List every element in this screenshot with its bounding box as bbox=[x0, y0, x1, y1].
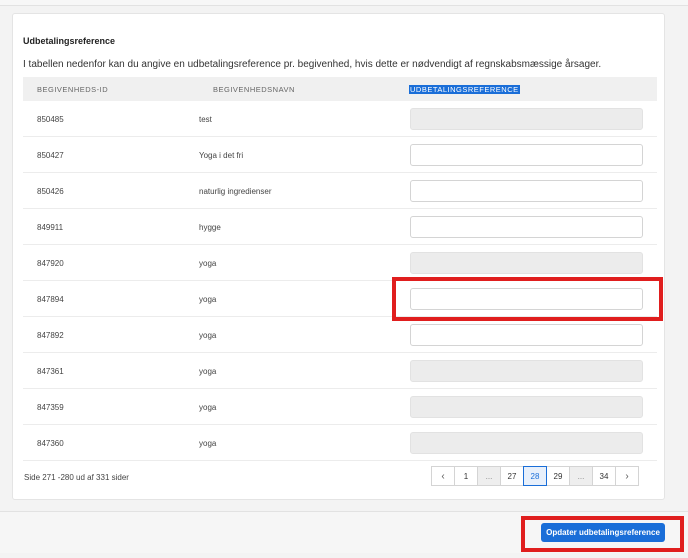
table-row: 847359 yoga bbox=[23, 389, 657, 425]
event-id-cell: 847360 bbox=[37, 439, 64, 448]
header-payout-reference: UDBETALINGSREFERENCE bbox=[409, 85, 520, 94]
event-name-cell: yoga bbox=[199, 367, 217, 376]
payout-reference-input bbox=[410, 432, 643, 454]
payout-reference-input[interactable] bbox=[410, 216, 643, 238]
event-name-cell: yoga bbox=[199, 439, 217, 448]
highlight-box-update-button bbox=[521, 516, 684, 552]
event-id-cell: 847892 bbox=[37, 331, 64, 340]
header-event-name: BEGIVENHEDSNAVN bbox=[213, 85, 295, 94]
table-row: 847360 yoga bbox=[23, 425, 657, 461]
top-bar bbox=[0, 0, 688, 6]
pagination-info: Side 271 -280 ud af 331 sider bbox=[24, 473, 129, 482]
payout-reference-input bbox=[410, 360, 643, 382]
event-name-cell: naturlig ingredienser bbox=[199, 187, 272, 196]
page-button[interactable]: 29 bbox=[546, 466, 570, 486]
event-id-cell: 850427 bbox=[37, 151, 64, 160]
next-page-icon[interactable]: › bbox=[615, 466, 639, 486]
event-id-cell: 850485 bbox=[37, 115, 64, 124]
section-title: Udbetalingsreference bbox=[23, 36, 116, 46]
event-name-cell: yoga bbox=[199, 295, 217, 304]
event-id-cell: 847894 bbox=[37, 295, 64, 304]
table-row: 849911 hygge bbox=[23, 209, 657, 245]
section-description: I tabellen nedenfor kan du angive en udb… bbox=[23, 59, 602, 70]
table-row: 850427 Yoga i det fri bbox=[23, 137, 657, 173]
pagination-ellipsis: ... bbox=[569, 466, 593, 486]
table-row: 847920 yoga bbox=[23, 245, 657, 281]
payout-reference-input bbox=[410, 108, 643, 130]
payout-reference-card: Udbetalingsreference I tabellen nedenfor… bbox=[12, 13, 665, 500]
page-button[interactable]: 28 bbox=[523, 466, 547, 486]
pagination: ‹ 1... 27 28 29... 34 › bbox=[431, 466, 639, 486]
payout-reference-input bbox=[410, 396, 643, 418]
payout-reference-input bbox=[410, 252, 643, 274]
event-name-cell: test bbox=[199, 115, 212, 124]
table-row: 850426 naturlig ingredienser bbox=[23, 173, 657, 209]
table-row: 850485 test bbox=[23, 101, 657, 137]
event-name-cell: hygge bbox=[199, 223, 221, 232]
highlight-box-reference-input bbox=[392, 277, 663, 321]
table-header: BEGIVENHEDS-ID BEGIVENHEDSNAVN UDBETALIN… bbox=[23, 77, 657, 101]
header-event-id: BEGIVENHEDS-ID bbox=[37, 85, 109, 94]
event-id-cell: 847361 bbox=[37, 367, 64, 376]
event-id-cell: 849911 bbox=[37, 223, 64, 232]
payout-reference-input[interactable] bbox=[410, 324, 643, 346]
event-name-cell: yoga bbox=[199, 259, 217, 268]
payout-reference-input[interactable] bbox=[410, 144, 643, 166]
event-name-cell: Yoga i det fri bbox=[199, 151, 244, 160]
page-button[interactable]: 34 bbox=[592, 466, 616, 486]
prev-page-icon[interactable]: ‹ bbox=[431, 466, 455, 486]
page-button[interactable]: 27 bbox=[500, 466, 524, 486]
event-name-cell: yoga bbox=[199, 403, 217, 412]
event-id-cell: 850426 bbox=[37, 187, 64, 196]
page-button[interactable]: 1 bbox=[454, 466, 478, 486]
event-id-cell: 847359 bbox=[37, 403, 64, 412]
event-id-cell: 847920 bbox=[37, 259, 64, 268]
table-row: 847892 yoga bbox=[23, 317, 657, 353]
table-row: 847361 yoga bbox=[23, 353, 657, 389]
payout-reference-input[interactable] bbox=[410, 180, 643, 202]
pagination-ellipsis: ... bbox=[477, 466, 501, 486]
event-name-cell: yoga bbox=[199, 331, 217, 340]
